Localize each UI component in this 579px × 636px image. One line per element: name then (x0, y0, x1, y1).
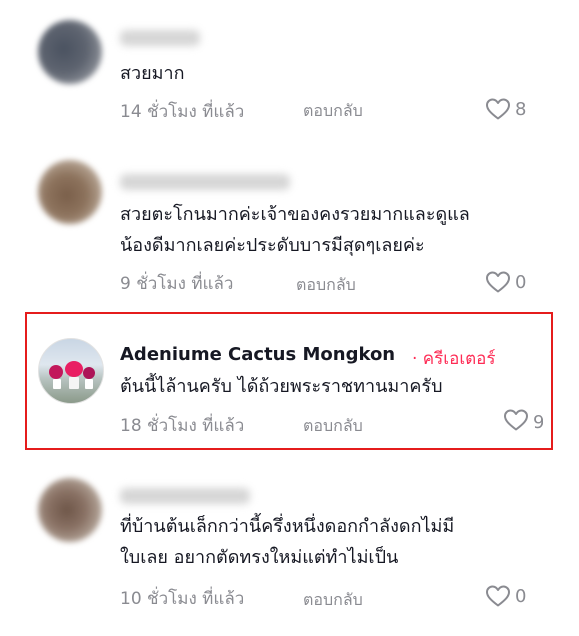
like-button[interactable]: 0 (485, 270, 526, 294)
avatar-photo-flower (83, 367, 95, 379)
like-count: 8 (515, 98, 527, 120)
like-button[interactable]: 9 (503, 408, 543, 438)
username-blurred[interactable] (120, 488, 250, 504)
creator-badge: · ครีเอเตอร์ (412, 349, 496, 369)
heart-outline-icon (485, 270, 511, 294)
username-blurred[interactable] (120, 30, 200, 46)
comment-timestamp: 9 ชั่วโมง ที่แล้ว (120, 274, 234, 294)
heart-outline-icon (503, 408, 529, 437)
avatar-photo-flower (65, 361, 83, 377)
comment-timestamp: 14 ชั่วโมง ที่แล้ว (120, 102, 245, 122)
avatar-photo-pot (69, 377, 79, 389)
like-count: 9 (533, 412, 543, 433)
avatar[interactable] (38, 478, 102, 542)
comment-text-line: ใบเลย อยากตัดทรงใหม่แต่ทำไม่เป็น (120, 547, 399, 568)
comment-text: สวยมาก (120, 63, 185, 84)
username[interactable]: Adeniume Cactus Mongkon (120, 344, 395, 365)
username-blurred[interactable] (120, 174, 290, 190)
like-button[interactable]: 0 (485, 584, 526, 608)
heart-outline-icon (485, 584, 511, 608)
comment-text-line: สวยตะโกนมากค่ะเจ้าของคงรวยมากและดูแล (120, 204, 470, 225)
comment-list: สวยมาก 14 ชั่วโมง ที่แล้ว ตอบกลับ 8 สวยต… (0, 0, 579, 636)
like-count: 0 (515, 271, 527, 293)
avatar-photo-flower (49, 365, 63, 379)
avatar[interactable] (38, 338, 104, 404)
reply-button[interactable]: ตอบกลับ (303, 99, 363, 124)
reply-button[interactable]: ตอบกลับ (303, 414, 363, 439)
avatar[interactable] (38, 20, 102, 84)
avatar[interactable] (38, 160, 102, 224)
comment-text-line: น้องดีมากเลยค่ะประดับบารมีสุดๆเลยค่ะ (120, 235, 425, 256)
avatar-photo-pot (85, 379, 93, 389)
avatar-photo-pot (53, 379, 61, 389)
reply-button[interactable]: ตอบกลับ (303, 588, 363, 613)
like-button[interactable]: 8 (485, 97, 526, 121)
comment-text: ต้นนี้ไล้านครับ ได้ถ้วยพระราชทานมาครับ (120, 376, 443, 397)
comment-timestamp: 18 ชั่วโมง ที่แล้ว (120, 416, 245, 436)
heart-outline-icon (485, 97, 511, 121)
comment-text-line: ที่บ้านต้นเล็กกว่านี้ครึ่งหนึ่งดอกกำลังด… (120, 516, 455, 537)
reply-button[interactable]: ตอบกลับ (296, 273, 356, 298)
like-count: 0 (515, 585, 527, 607)
comment-timestamp: 10 ชั่วโมง ที่แล้ว (120, 589, 245, 609)
